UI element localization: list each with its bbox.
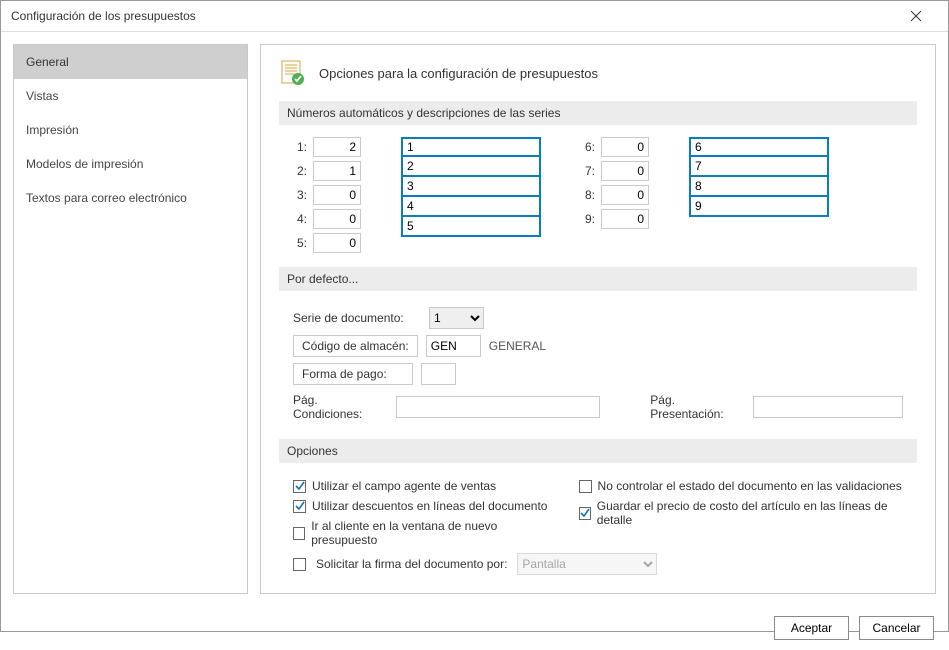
checkbox-guardar-precio-costo-label: Guardar el precio de costo del artículo …: [597, 499, 903, 527]
series-label-6: 6:: [581, 140, 595, 154]
series-desc-8[interactable]: [689, 177, 829, 197]
firma-select[interactable]: Pantalla: [517, 553, 657, 575]
series-num-3[interactable]: [313, 185, 361, 205]
codigo-almacen-button[interactable]: Código de almacén:: [293, 335, 418, 357]
series-desc-4[interactable]: [401, 197, 541, 217]
section-series-header: Números automáticos y descripciones de l…: [279, 101, 917, 125]
checkbox-solicitar-firma[interactable]: [293, 558, 306, 571]
series-desc-7[interactable]: [689, 157, 829, 177]
checkbox-descuentos-lineas-label: Utilizar descuentos en líneas del docume…: [312, 499, 547, 513]
series-desc-9[interactable]: [689, 197, 829, 217]
pag-presentacion-input[interactable]: [753, 396, 903, 418]
series-desc-col-right: [689, 137, 829, 253]
serie-documento-select[interactable]: 1: [429, 307, 484, 329]
series-row-3: 3:: [293, 185, 361, 205]
defaults-panel: Serie de documento: 1 Código de almacén:…: [279, 303, 917, 429]
checkbox-descuentos-lineas[interactable]: [293, 500, 306, 513]
series-num-9[interactable]: [601, 209, 649, 229]
checkbox-agente-ventas[interactable]: [293, 480, 306, 493]
series-row-9: 9:: [581, 209, 649, 229]
series-row-4: 4:: [293, 209, 361, 229]
series-desc-1[interactable]: [401, 137, 541, 157]
pag-presentacion-label: Pág. Presentación:: [650, 393, 745, 421]
series-row-5: 5:: [293, 233, 361, 253]
dialog-footer: Aceptar Cancelar: [1, 606, 948, 650]
panel-title: Opciones para la configuración de presup…: [319, 66, 598, 81]
sidebar-item-modelos-impresion[interactable]: Modelos de impresión: [14, 147, 247, 181]
sidebar-item-vistas[interactable]: Vistas: [14, 79, 247, 113]
series-row-8: 8:: [581, 185, 649, 205]
series-label-9: 9:: [581, 212, 595, 226]
cancel-button[interactable]: Cancelar: [859, 616, 934, 640]
series-num-6[interactable]: [601, 137, 649, 157]
codigo-almacen-desc: GENERAL: [489, 339, 546, 353]
title-bar: Configuración de los presupuestos: [1, 1, 948, 32]
checkbox-solicitar-firma-label: Solicitar la firma del documento por:: [316, 557, 507, 571]
checkbox-ir-cliente[interactable]: [293, 527, 305, 540]
forma-pago-input[interactable]: [421, 363, 456, 385]
checkbox-no-controlar-estado-label: No controlar el estado del documento en …: [598, 479, 902, 493]
section-options-header: Opciones: [279, 439, 917, 463]
series-label-3: 3:: [293, 188, 307, 202]
series-row-2: 2:: [293, 161, 361, 181]
close-icon: [911, 11, 921, 21]
section-defaults-header: Por defecto...: [279, 267, 917, 291]
settings-icon: [279, 59, 307, 87]
series-desc-3[interactable]: [401, 177, 541, 197]
series-label-5: 5:: [293, 236, 307, 250]
accept-button[interactable]: Aceptar: [774, 616, 849, 640]
series-col-right: 6: 7: 8: 9:: [581, 137, 649, 253]
series-num-2[interactable]: [313, 161, 361, 181]
codigo-almacen-input[interactable]: [426, 335, 481, 357]
series-grid: 1: 2: 3: 4:: [279, 137, 917, 253]
forma-pago-button[interactable]: Forma de pago:: [293, 363, 413, 385]
sidebar-item-general[interactable]: General: [14, 45, 247, 79]
sidebar: General Vistas Impresión Modelos de impr…: [13, 44, 248, 594]
close-button[interactable]: [893, 1, 938, 31]
series-desc-6[interactable]: [689, 137, 829, 157]
options-panel: Utilizar el campo agente de ventas Utili…: [279, 475, 917, 579]
series-label-2: 2:: [293, 164, 307, 178]
checkbox-guardar-precio-costo[interactable]: [579, 507, 591, 520]
sidebar-item-impresion[interactable]: Impresión: [14, 113, 247, 147]
series-desc-5[interactable]: [401, 217, 541, 237]
series-num-7[interactable]: [601, 161, 649, 181]
window-title: Configuración de los presupuestos: [11, 9, 893, 23]
series-num-4[interactable]: [313, 209, 361, 229]
options-col-right: No controlar el estado del documento en …: [579, 479, 903, 547]
content-area: General Vistas Impresión Modelos de impr…: [1, 32, 948, 606]
series-row-1: 1:: [293, 137, 361, 157]
series-num-5[interactable]: [313, 233, 361, 253]
checkbox-agente-ventas-label: Utilizar el campo agente de ventas: [312, 479, 496, 493]
sidebar-item-textos-correo[interactable]: Textos para correo electrónico: [14, 181, 247, 215]
pag-condiciones-label: Pág. Condiciones:: [293, 393, 388, 421]
main-panel: Opciones para la configuración de presup…: [260, 44, 936, 594]
series-desc-col-left: [401, 137, 541, 253]
series-num-1[interactable]: [313, 137, 361, 157]
panel-header: Opciones para la configuración de presup…: [279, 59, 917, 87]
checkbox-ir-cliente-label: Ir al cliente en la ventana de nuevo pre…: [311, 519, 548, 547]
series-num-8[interactable]: [601, 185, 649, 205]
pag-condiciones-input[interactable]: [396, 396, 601, 418]
serie-documento-label: Serie de documento:: [293, 311, 421, 325]
series-row-6: 6:: [581, 137, 649, 157]
checkbox-no-controlar-estado[interactable]: [579, 480, 592, 493]
series-label-8: 8:: [581, 188, 595, 202]
series-row-7: 7:: [581, 161, 649, 181]
series-label-7: 7:: [581, 164, 595, 178]
settings-dialog: Configuración de los presupuestos Genera…: [0, 0, 949, 632]
series-col-left: 1: 2: 3: 4:: [293, 137, 361, 253]
series-label-1: 1:: [293, 140, 307, 154]
options-col-left: Utilizar el campo agente de ventas Utili…: [293, 479, 549, 547]
series-label-4: 4:: [293, 212, 307, 226]
series-desc-2[interactable]: [401, 157, 541, 177]
